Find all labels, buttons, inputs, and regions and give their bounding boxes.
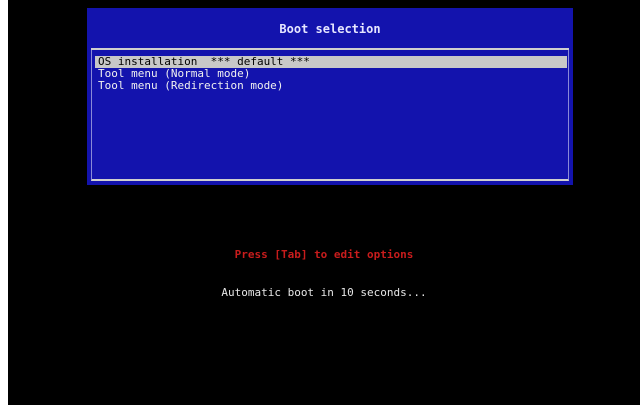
console-screen: Boot selection OS installation *** defau… [8, 0, 640, 405]
boot-selection-panel: Boot selection OS installation *** defau… [87, 8, 573, 185]
auto-boot-countdown: Automatic boot in 10 seconds... [221, 286, 427, 299]
edit-options-hint: Press [Tab] to edit options [234, 248, 414, 261]
menu-item-tool-redirection-mode[interactable]: Tool menu (Redirection mode) [95, 80, 567, 92]
panel-title: Boot selection [279, 22, 381, 36]
boot-menu-list: OS installation *** default *** Tool men… [95, 56, 567, 92]
